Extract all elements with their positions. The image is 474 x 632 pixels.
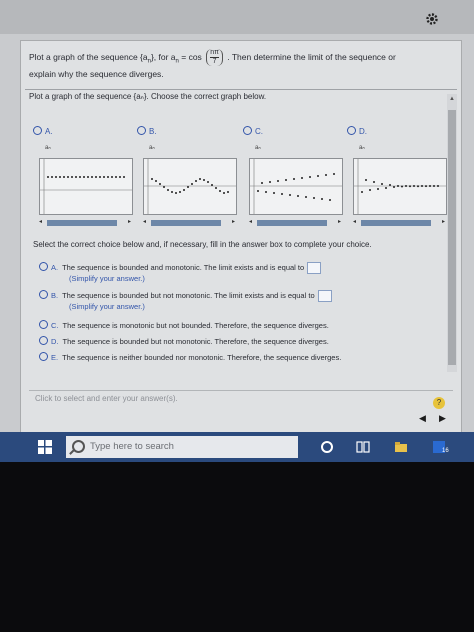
search-icon	[72, 440, 85, 453]
radio-a[interactable]	[33, 126, 42, 135]
top-bar	[0, 0, 474, 34]
graph-c-scroll[interactable]: ◂ ▸	[249, 218, 341, 228]
scroll-right-icon[interactable]: ▸	[232, 218, 235, 225]
part2-instruction: Select the correct choice below and, if …	[33, 240, 372, 249]
answer-area: Plot a graph of the sequence {aₙ}. Choos…	[25, 89, 457, 430]
radio-c[interactable]	[243, 126, 252, 135]
choice-a[interactable]: A. The sequence is bounded and monotonic.…	[39, 262, 419, 284]
task-view-icon[interactable]	[356, 440, 370, 454]
scroll-left-icon[interactable]: ◂	[143, 218, 146, 225]
graph-a	[39, 158, 133, 215]
scroll-right-icon[interactable]: ▸	[338, 218, 341, 225]
scroll-thumb[interactable]	[361, 220, 431, 226]
screen: Plot a graph of the sequence {an}, for a…	[0, 0, 474, 462]
radio-choice-a[interactable]	[39, 262, 48, 271]
graph-b-plot	[144, 159, 236, 214]
graph-b	[143, 158, 237, 215]
scroll-thumb[interactable]	[448, 110, 456, 365]
graph-d	[353, 158, 447, 215]
radio-b[interactable]	[137, 126, 146, 135]
app-badge: 16	[442, 448, 449, 454]
answer-status: Click to select and enter your answer(s)…	[35, 394, 178, 403]
choice-e[interactable]: E. The sequence is neither bounded nor mo…	[39, 352, 419, 363]
fraction: nπ 7	[206, 49, 223, 66]
graph-d-plot	[354, 159, 446, 214]
graph-d-scroll[interactable]: ◂ ▸	[353, 218, 445, 228]
windows-start-icon[interactable]	[38, 440, 52, 454]
scroll-thumb[interactable]	[257, 220, 327, 226]
radio-choice-e[interactable]	[39, 352, 48, 361]
scroll-left-icon[interactable]: ◂	[39, 218, 42, 225]
graph-b-scroll[interactable]: ◂ ▸	[143, 218, 235, 228]
file-explorer-icon[interactable]	[394, 440, 408, 454]
option-a[interactable]: A.	[33, 126, 53, 136]
scroll-up-icon[interactable]: ▲	[449, 96, 455, 102]
option-d[interactable]: D.	[347, 126, 367, 136]
option-c[interactable]: C.	[243, 126, 263, 136]
radio-choice-c[interactable]	[39, 320, 48, 329]
choice-c[interactable]: C. The sequence is monotonic but not boun…	[39, 320, 419, 331]
scroll-thumb[interactable]	[47, 220, 117, 226]
question-panel: Plot a graph of the sequence {an}, for a…	[20, 40, 462, 434]
graph-a-scroll[interactable]: ◂ ▸	[39, 218, 131, 228]
axis-label-a: aₙ	[45, 145, 51, 151]
help-icon[interactable]: ?	[433, 397, 445, 409]
taskbar: Type here to search 16	[0, 432, 474, 462]
cortana-icon[interactable]	[320, 440, 334, 454]
radio-choice-b[interactable]	[39, 290, 48, 299]
scroll-thumb[interactable]	[151, 220, 221, 226]
scroll-right-icon[interactable]: ▸	[128, 218, 131, 225]
search-placeholder: Type here to search	[90, 441, 174, 452]
choice-b[interactable]: B. The sequence is bounded but not monoto…	[39, 290, 419, 312]
radio-choice-d[interactable]	[39, 336, 48, 345]
axis-label-d: aₙ	[359, 145, 365, 151]
radio-d[interactable]	[347, 126, 356, 135]
taskbar-search[interactable]: Type here to search	[66, 436, 298, 458]
axis-label-b: aₙ	[149, 145, 155, 151]
graph-c-plot	[250, 159, 342, 214]
part1-instruction: Plot a graph of the sequence {aₙ}. Choos…	[29, 92, 267, 101]
next-arrow-icon[interactable]: ▶	[439, 413, 446, 424]
vertical-scrollbar[interactable]: ▲	[447, 94, 457, 372]
answer-footer: Click to select and enter your answer(s)…	[29, 390, 453, 423]
scroll-left-icon[interactable]: ◂	[249, 218, 252, 225]
prev-arrow-icon[interactable]: ◀	[419, 413, 426, 424]
option-b[interactable]: B.	[137, 126, 157, 136]
answer-box-a[interactable]	[307, 262, 322, 275]
scroll-right-icon[interactable]: ▸	[442, 218, 445, 225]
scroll-left-icon[interactable]: ◂	[353, 218, 356, 225]
choice-d[interactable]: D. The sequence is bounded but not monoto…	[39, 336, 419, 347]
answer-box-b[interactable]	[317, 290, 332, 303]
graph-c	[249, 158, 343, 215]
graph-a-plot	[40, 159, 132, 214]
question-text: Plot a graph of the sequence {an}, for a…	[29, 49, 396, 80]
gear-icon[interactable]	[425, 12, 439, 26]
axis-label-c: aₙ	[255, 145, 261, 151]
